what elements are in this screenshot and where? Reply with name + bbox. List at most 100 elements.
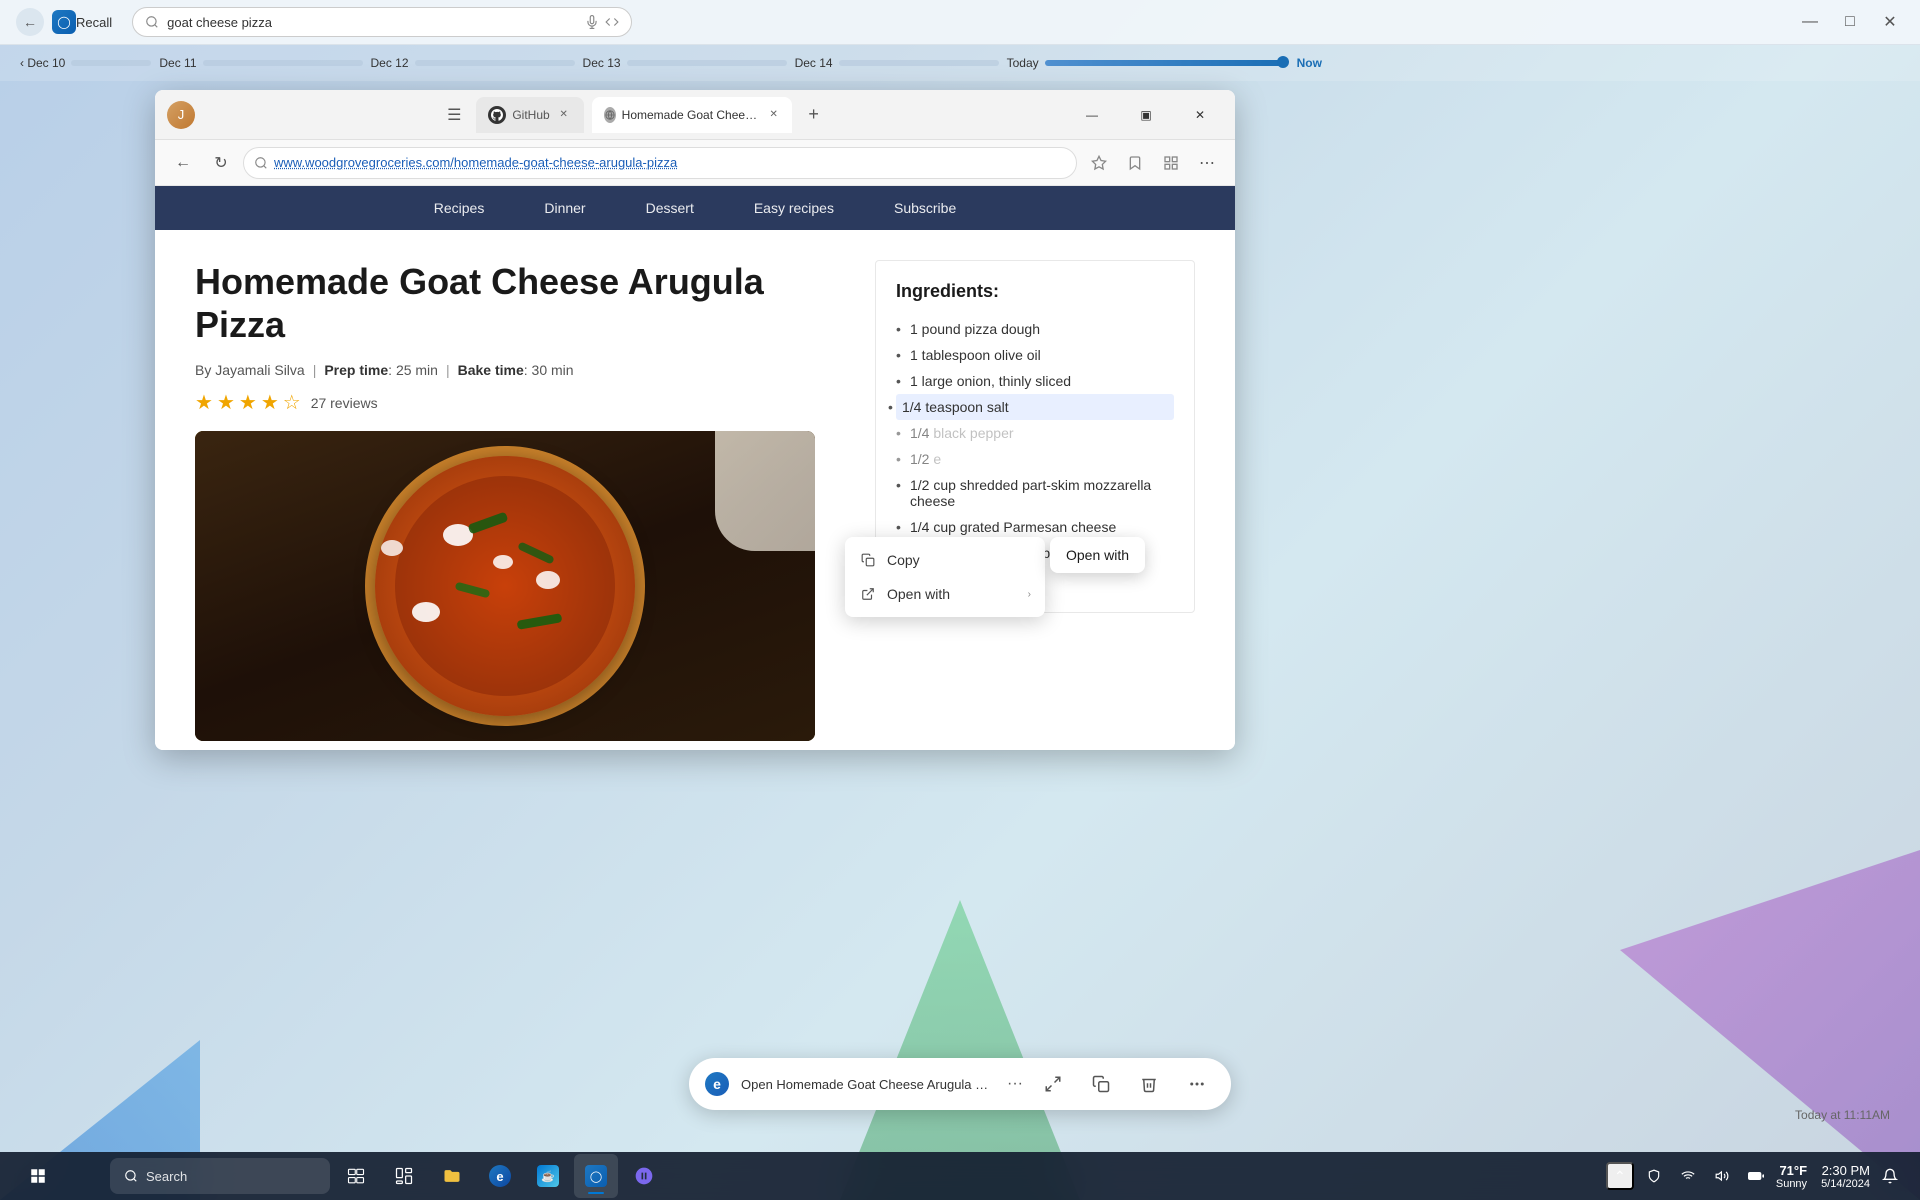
pizza-bg-light xyxy=(715,431,815,551)
navbar-right-icons: ⋯ xyxy=(1083,147,1223,179)
widgets-button[interactable] xyxy=(382,1154,426,1198)
taskbar-search-icon xyxy=(124,1169,138,1183)
recipe-meta: By Jayamali Silva | Prep time: 25 min | … xyxy=(195,362,835,378)
browser-tab-recipe[interactable]: Homemade Goat Cheese Arugula Pizza ✕ xyxy=(592,97,792,133)
nav-dessert[interactable]: Dessert xyxy=(646,200,694,216)
collections-button[interactable] xyxy=(1155,147,1187,179)
recall-maximize-button[interactable]: □ xyxy=(1836,8,1864,36)
timeline-dec12[interactable]: Dec 12 xyxy=(371,56,575,70)
nav-dinner[interactable]: Dinner xyxy=(544,200,585,216)
copy-icon xyxy=(859,551,877,569)
notification-button[interactable] xyxy=(1876,1162,1904,1190)
url-text: www.woodgrovegroceries.com/homemade-goat… xyxy=(274,155,1066,170)
browser-window-controls: — ▣ ✕ xyxy=(1069,100,1223,130)
ingredient-3-highlighted: 1/4 teaspoon salt xyxy=(896,394,1174,420)
taskbar-chevron-button[interactable]: ⌃ xyxy=(1606,1162,1634,1190)
timeline-today[interactable]: Today xyxy=(1007,56,1285,70)
recipe-author: By Jayamali Silva xyxy=(195,362,305,378)
meta-separator-1: | xyxy=(313,362,317,378)
taskbar-clock[interactable]: 2:30 PM 5/14/2024 xyxy=(1821,1163,1870,1190)
bg-decoration-left xyxy=(0,800,200,1200)
context-menu-copy[interactable]: Copy xyxy=(845,543,1045,577)
recipe-title: Homemade Goat Cheese Arugula Pizza xyxy=(195,260,835,346)
volume-icon xyxy=(1708,1162,1736,1190)
code-icon[interactable] xyxy=(605,15,619,29)
prep-label: Prep time: 25 min xyxy=(324,362,438,378)
microphone-icon[interactable] xyxy=(585,15,599,29)
timeline-dec10[interactable]: ‹ Dec 10 xyxy=(20,56,151,70)
store-icon: ☕ xyxy=(537,1165,559,1187)
ingredient-1: 1 tablespoon olive oil xyxy=(896,342,1174,368)
recall-search-input[interactable] xyxy=(167,15,577,30)
browser-reload-button[interactable]: ↻ xyxy=(205,147,237,179)
pizza-sauce xyxy=(395,476,615,696)
taskbar-active-indicator xyxy=(588,1192,604,1194)
browser-profile-icon[interactable]: J xyxy=(167,101,195,129)
ingredient-5: 1/2 e xyxy=(896,446,1174,472)
cheese-blob-5 xyxy=(381,540,403,556)
timeline-dec12-bar xyxy=(415,60,575,66)
recall-minimize-button[interactable]: — xyxy=(1796,8,1824,36)
timeline-dec11[interactable]: Dec 11 xyxy=(159,56,362,70)
new-tab-button[interactable]: + xyxy=(800,101,828,129)
action-bar-delete-button[interactable] xyxy=(1131,1066,1167,1102)
recipe-stars: ★ ★ ★ ★ ☆ 27 reviews xyxy=(195,390,835,415)
timeline-now-label: Now xyxy=(1297,56,1322,70)
browser-more-button[interactable]: ⋯ xyxy=(1191,147,1223,179)
browser-sidebar-button[interactable]: ☰ xyxy=(440,101,468,129)
teams-button[interactable] xyxy=(622,1154,666,1198)
edge-taskbar-button[interactable]: e xyxy=(478,1154,522,1198)
recall-taskbar-icon: ◯ xyxy=(585,1165,607,1187)
recipe-content: Homemade Goat Cheese Arugula Pizza By Ja… xyxy=(155,230,1235,750)
recall-back-button[interactable]: ← xyxy=(16,8,44,36)
timeline-dec14[interactable]: Dec 14 xyxy=(795,56,999,70)
bg-decoration-right xyxy=(1620,700,1920,1200)
github-tab-close[interactable]: ✕ xyxy=(556,107,572,123)
context-menu-open-with[interactable]: Open with › xyxy=(845,577,1045,611)
timeline-dec14-label: Dec 14 xyxy=(795,56,833,70)
taskbar-search-box[interactable]: Search xyxy=(110,1158,330,1194)
browser-maximize-button[interactable]: ▣ xyxy=(1123,100,1169,130)
browser-close-button[interactable]: ✕ xyxy=(1177,100,1223,130)
recall-close-button[interactable]: ✕ xyxy=(1876,8,1904,36)
recipe-favicon xyxy=(604,107,616,123)
nav-recipes[interactable]: Recipes xyxy=(434,200,485,216)
browser-tab-github[interactable]: GitHub ✕ xyxy=(476,97,583,133)
windows-start-button[interactable] xyxy=(16,1154,60,1198)
action-bar-expand-button[interactable] xyxy=(1035,1066,1071,1102)
weather-temp: 71°F xyxy=(1776,1163,1807,1178)
edge-browser-icon: e xyxy=(705,1072,729,1096)
action-bar-more-button[interactable] xyxy=(1179,1066,1215,1102)
recall-app-icon: ◯ xyxy=(52,10,76,34)
action-bar-copy-button[interactable] xyxy=(1083,1066,1119,1102)
ingredient-0: 1 pound pizza dough xyxy=(896,316,1174,342)
star-2: ★ xyxy=(217,390,235,415)
nav-subscribe[interactable]: Subscribe xyxy=(894,200,956,216)
task-view-button[interactable] xyxy=(334,1154,378,1198)
timeline-dec10-bar xyxy=(71,60,151,66)
recall-search-bar[interactable] xyxy=(132,7,632,37)
add-favorites-button[interactable] xyxy=(1119,147,1151,179)
timeline-dec13[interactable]: Dec 13 xyxy=(583,56,787,70)
open-with-label: Open with xyxy=(887,586,950,602)
nav-easy-recipes[interactable]: Easy recipes xyxy=(754,200,834,216)
file-explorer-button[interactable] xyxy=(430,1154,474,1198)
action-bar-title: Open Homemade Goat Cheese Arugula Pizza xyxy=(741,1077,991,1092)
browser-navbar: ← ↻ www.woodgrovegroceries.com/homemade-… xyxy=(155,140,1235,186)
favorites-button[interactable] xyxy=(1083,147,1115,179)
browser-back-button[interactable]: ← xyxy=(167,147,199,179)
star-half: ☆ xyxy=(283,390,301,415)
browser-minimize-button[interactable]: — xyxy=(1069,100,1115,130)
recall-topbar: ← ◯ Recall — □ ✕ xyxy=(0,0,1920,45)
url-bar[interactable]: www.woodgrovegroceries.com/homemade-goat… xyxy=(243,147,1077,179)
recipe-tab-close[interactable]: ✕ xyxy=(768,107,780,123)
ingredients-title: Ingredients: xyxy=(896,281,1174,302)
github-favicon xyxy=(488,106,506,124)
taskbar-weather: 71°F Sunny xyxy=(1776,1163,1807,1190)
wifi-icon xyxy=(1674,1162,1702,1190)
recall-taskbar-button[interactable]: ◯ xyxy=(574,1154,618,1198)
recall-app-title: Recall xyxy=(76,15,112,30)
action-bar-timestamp: Today at 11:11AM xyxy=(1795,1108,1890,1122)
timeline-dec12-label: Dec 12 xyxy=(371,56,409,70)
store-button[interactable]: ☕ xyxy=(526,1154,570,1198)
